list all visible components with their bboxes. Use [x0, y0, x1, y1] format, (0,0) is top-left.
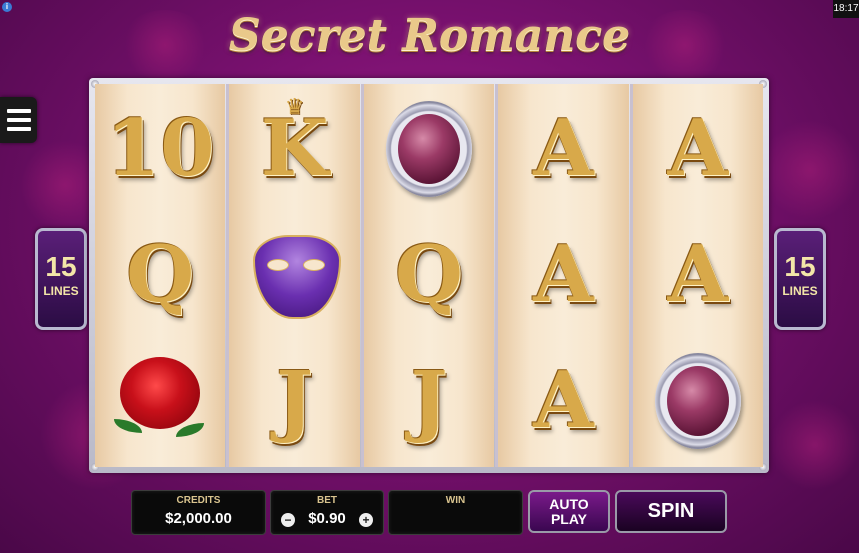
- gem-icon: [654, 352, 741, 449]
- spin-button[interactable]: SPIN: [615, 490, 727, 533]
- symbol-a: A: [633, 86, 763, 211]
- reel-area: 10 Q K ♛ J Q J A A A A A: [89, 78, 769, 473]
- symbol-letter: A: [533, 228, 594, 320]
- lines-count: 15: [45, 251, 77, 282]
- lines-label: LINES: [782, 284, 818, 298]
- reel-3: QJ: [363, 84, 495, 467]
- bg-rose-decoration: [760, 120, 859, 220]
- symbol-a: A: [498, 212, 628, 337]
- reel-4: AAA: [498, 84, 629, 467]
- symbol-a: A: [633, 212, 763, 337]
- bg-rose-decoration: [770, 400, 859, 490]
- win-display: WIN: [388, 490, 523, 535]
- symbol-letter: A: [533, 102, 594, 194]
- rose-icon: [114, 353, 206, 449]
- credits-value: $2,000.00: [165, 510, 232, 527]
- bet-label: BET: [317, 495, 337, 506]
- crown-icon: ♛: [284, 94, 305, 119]
- symbol-letter: Q: [395, 228, 463, 320]
- symbol-j: J: [229, 338, 359, 463]
- symbol-mask: [229, 212, 359, 337]
- symbol-gem: [364, 86, 494, 211]
- mask-icon: [249, 229, 341, 321]
- game-title-logo: Secret Romance: [228, 10, 631, 61]
- autoplay-label-line1: AUTO: [549, 496, 589, 512]
- symbol-a: A: [498, 338, 628, 463]
- lines-indicator-left: 15 LINES: [35, 228, 87, 330]
- symbol-q: Q: [364, 212, 494, 337]
- menu-button[interactable]: [0, 97, 37, 143]
- reel-2: K ♛ J: [229, 84, 360, 467]
- bet-decrease-button[interactable]: −: [281, 513, 295, 527]
- symbol-letter: J: [276, 354, 314, 446]
- symbol-rose: [95, 338, 225, 463]
- bet-increase-button[interactable]: +: [359, 513, 373, 527]
- symbol-q: Q: [95, 212, 225, 337]
- credits-display: CREDITS $2,000.00: [131, 490, 266, 535]
- reel-5: AA: [632, 84, 764, 467]
- credits-label: CREDITS: [176, 495, 221, 506]
- lines-indicator-right: 15 LINES: [774, 228, 826, 330]
- bet-display: BET $0.90 − +: [270, 490, 384, 535]
- symbol-10: 10: [95, 86, 225, 211]
- symbol-letter: Q: [126, 228, 195, 320]
- symbol-letter: A: [667, 102, 729, 194]
- symbol-letter: 10: [105, 102, 215, 194]
- symbol-k: K ♛: [229, 86, 359, 211]
- symbol-letter: A: [533, 354, 594, 446]
- symbol-letter: A: [667, 228, 729, 320]
- symbol-letter: K: [260, 102, 329, 194]
- reel-1: 10 Q: [95, 84, 226, 467]
- autoplay-label-line2: PLAY: [550, 511, 588, 527]
- lines-count: 15: [784, 251, 816, 282]
- gem-icon: [386, 100, 473, 197]
- symbol-letter: J: [410, 354, 448, 446]
- symbol-gem: [633, 338, 763, 463]
- autoplay-button[interactable]: AUTO PLAY: [528, 490, 610, 533]
- symbol-a: A: [498, 86, 628, 211]
- lines-label: LINES: [43, 284, 79, 298]
- win-label: WIN: [445, 495, 466, 506]
- symbol-j: J: [364, 338, 494, 463]
